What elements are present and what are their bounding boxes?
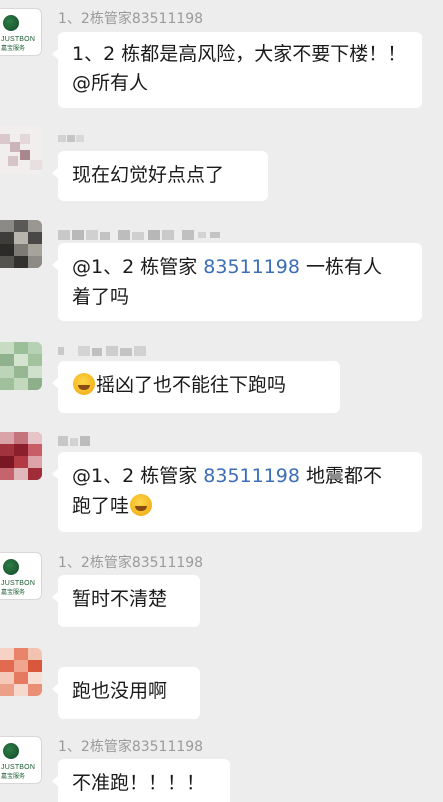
property-service-logo-icon (3, 743, 19, 759)
avatar[interactable] (0, 220, 42, 268)
pixelated-avatar-icon (0, 220, 42, 268)
logo-subtext: 嘉宝服务 (1, 45, 26, 52)
avatar[interactable] (0, 648, 42, 696)
avatar[interactable] (0, 126, 42, 174)
mention-phone-number[interactable]: 83511198 (203, 465, 300, 487)
message-bubble[interactable]: 现在幻觉好点点了 (52, 151, 268, 201)
logo-subtext: 嘉宝服务 (1, 773, 26, 780)
message-bubble[interactable]: 摇凶了也不能往下跑吗 (52, 361, 340, 413)
blurred-sender-name (58, 436, 90, 446)
message-bubble[interactable]: 跑也没用啊 (52, 667, 200, 719)
message-bubble[interactable]: 暂时不清楚 (52, 575, 200, 627)
message-text: 现在幻觉好点点了 (72, 164, 225, 186)
avatar[interactable]: JUSTBON 嘉宝服务 (0, 8, 42, 56)
blurred-sender-name (58, 135, 84, 142)
chat-window: JUSTBON 嘉宝服务 1、2栋管家83511198 1、2 栋都是高风险，大… (0, 0, 443, 802)
message-text: 地震都不 (299, 465, 383, 487)
message-text: 1、2 栋都是高风险，大家不要下楼！！ @所有人 (72, 43, 407, 94)
mention-name[interactable]: @1、2 栋管家 (72, 256, 203, 278)
blurred-sender-name (58, 230, 220, 240)
message-bubble[interactable]: 不准跑！！！！ (52, 759, 230, 802)
message-text: 跑了哇 (72, 495, 130, 517)
logo-text: JUSTBON (1, 580, 36, 587)
avatar[interactable] (0, 342, 42, 390)
avatar[interactable] (0, 432, 42, 480)
laughing-crying-emoji-icon (130, 494, 153, 516)
logo-text: JUSTBON (1, 764, 36, 771)
avatar[interactable]: JUSTBON 嘉宝服务 (0, 552, 42, 600)
message-bubble[interactable]: @1、2 栋管家 83511198 一栋有人 着了吗 (52, 243, 422, 321)
blurred-sender-name (58, 346, 146, 356)
mention-phone-number[interactable]: 83511198 (203, 256, 300, 278)
sender-name: 1、2栋管家83511198 (58, 555, 204, 571)
laughing-crying-emoji-icon (73, 373, 95, 395)
message-text: 着了吗 (72, 286, 130, 308)
pixelated-avatar-icon (0, 648, 42, 696)
pixelated-avatar-icon (0, 126, 42, 174)
property-service-logo-icon (3, 15, 19, 31)
logo-subtext: 嘉宝服务 (1, 589, 26, 596)
sender-name: 1、2栋管家83511198 (58, 11, 204, 27)
property-service-logo-icon (3, 559, 19, 575)
avatar[interactable]: JUSTBON 嘉宝服务 (0, 736, 42, 784)
pixelated-avatar-icon (0, 342, 42, 390)
message-text: 暂时不清楚 (72, 588, 168, 610)
message-text: 一栋有人 (299, 256, 383, 278)
sender-name: 1、2栋管家83511198 (58, 739, 204, 755)
message-text: 摇凶了也不能往下跑吗 (96, 374, 287, 396)
pixelated-avatar-icon (0, 432, 42, 480)
message-text: 跑也没用啊 (72, 680, 168, 702)
message-bubble[interactable]: @1、2 栋管家 83511198 地震都不 跑了哇 (52, 452, 422, 532)
logo-text: JUSTBON (1, 36, 36, 43)
message-bubble[interactable]: 1、2 栋都是高风险，大家不要下楼！！ @所有人 (52, 32, 422, 108)
message-text: 不准跑！！！！ (72, 772, 206, 794)
mention-name[interactable]: @1、2 栋管家 (72, 465, 203, 487)
